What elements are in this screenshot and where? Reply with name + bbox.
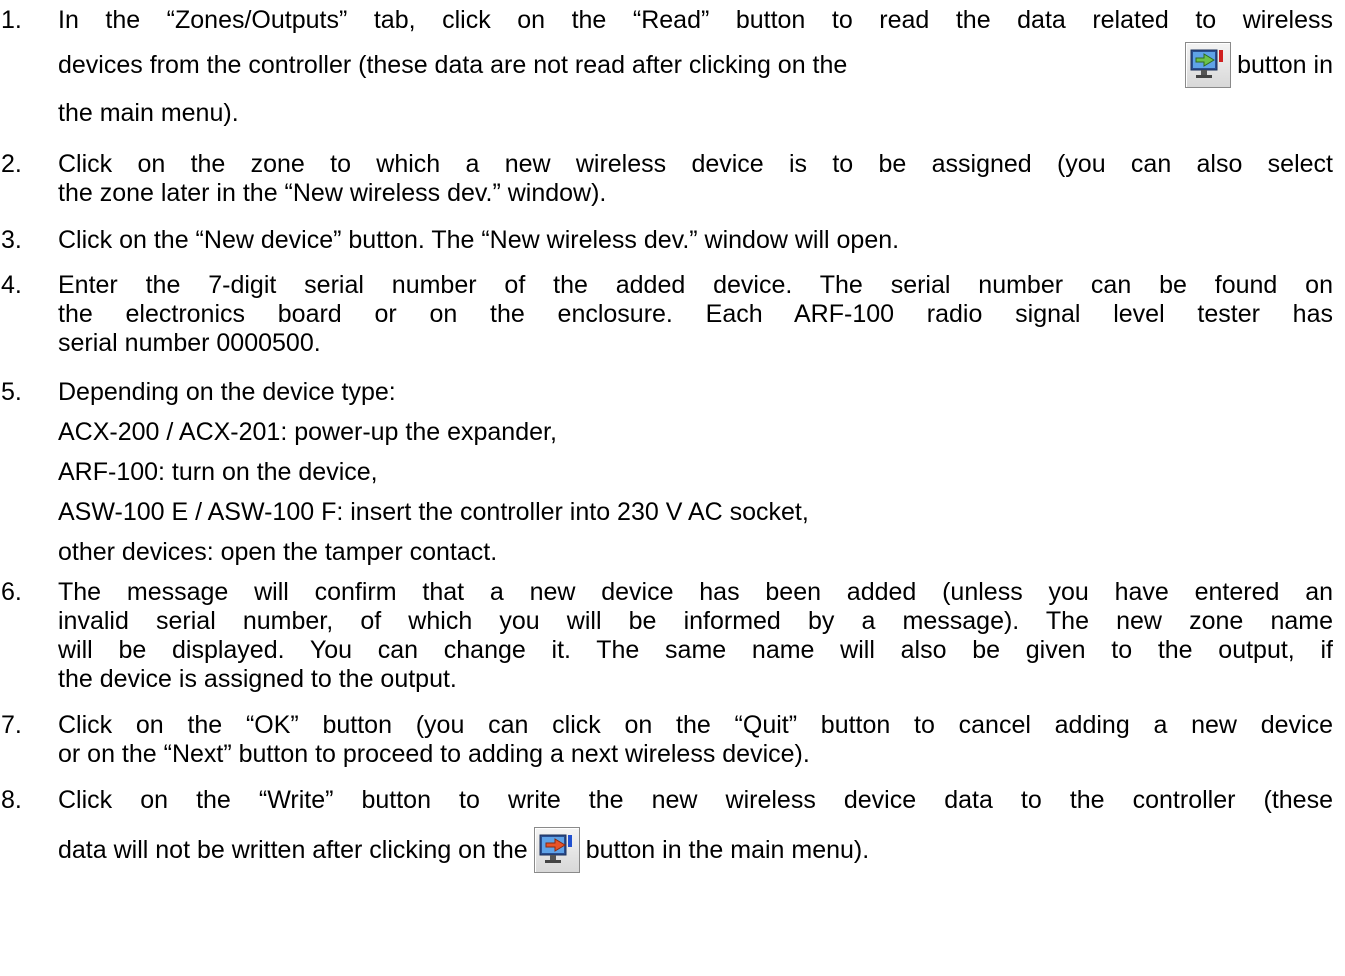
- step-text: Click on the “Write” button to write the…: [58, 786, 1333, 885]
- step-line: the main menu).: [58, 99, 239, 127]
- step-line: The message will confirm that a new devi…: [58, 578, 1333, 606]
- step-line: or on the “Next” button to proceed to ad…: [58, 740, 810, 768]
- step-number: 4.: [1, 271, 22, 299]
- step-line: other devices: open the tamper contact.: [58, 538, 498, 566]
- step-line: Click on the “OK” button (you can click …: [58, 711, 1333, 739]
- step-number: 1.: [1, 6, 22, 34]
- step-line: the electronics board or on the enclosur…: [58, 300, 1333, 328]
- step-text: In the “Zones/Outputs” tab, click on the…: [58, 6, 1333, 131]
- step-line: serial number 0000500.: [58, 329, 321, 357]
- step-text: Click on the zone to which a new wireles…: [58, 150, 1333, 208]
- step-line: ASW-100 E / ASW-100 F: insert the contro…: [58, 498, 809, 526]
- step-text: Enter the 7-digit serial number of the a…: [58, 271, 1333, 358]
- step-number: 8.: [1, 786, 22, 814]
- step-number: 5.: [1, 378, 22, 406]
- step-line: invalid serial number, of which you will…: [58, 607, 1333, 635]
- step-line: will be displayed. You can change it. Th…: [58, 636, 1333, 664]
- step-text: Click on the “New device” button. The “N…: [58, 226, 1333, 255]
- step-line: ARF-100: turn on the device,: [58, 458, 378, 486]
- step-line: In the “Zones/Outputs” tab, click on the…: [58, 6, 1333, 34]
- write-to-controller-icon: [533, 827, 580, 873]
- step-text: Depending on the device type: ACX-200 / …: [58, 372, 1333, 572]
- step-line: the device is assigned to the output.: [58, 665, 457, 693]
- step-number: 6.: [1, 578, 22, 606]
- step-number: 2.: [1, 150, 22, 178]
- step-line: button in the main menu).: [585, 836, 870, 864]
- step-line: data will not be written after clicking …: [58, 836, 528, 864]
- step-text: The message will confirm that a new devi…: [58, 578, 1333, 694]
- step-line: devices from the controller (these data …: [58, 51, 848, 79]
- step-line: Click on the “New device” button. The “N…: [58, 226, 900, 254]
- step-line-with-icon: data will not be written after clicking …: [58, 815, 1333, 885]
- step-line: Click on the zone to which a new wireles…: [58, 150, 1333, 178]
- step-text: Click on the “OK” button (you can click …: [58, 711, 1333, 769]
- step-line: Enter the 7-digit serial number of the a…: [58, 271, 1333, 299]
- step-line: Click on the “Write” button to write the…: [58, 786, 1333, 814]
- step-line: ACX-200 / ACX-201: power-up the expander…: [58, 418, 557, 446]
- step-number: 7.: [1, 711, 22, 739]
- read-from-controller-icon: [1185, 42, 1232, 88]
- step-number: 3.: [1, 226, 22, 254]
- step-line: Depending on the device type:: [58, 378, 396, 406]
- step-line: button in: [1237, 51, 1333, 79]
- instruction-document: 1. In the “Zones/Outputs” tab, click on …: [0, 0, 1345, 976]
- step-line-with-icon: devices from the controller (these data …: [58, 35, 1333, 95]
- step-line: the zone later in the “New wireless dev.…: [58, 179, 607, 207]
